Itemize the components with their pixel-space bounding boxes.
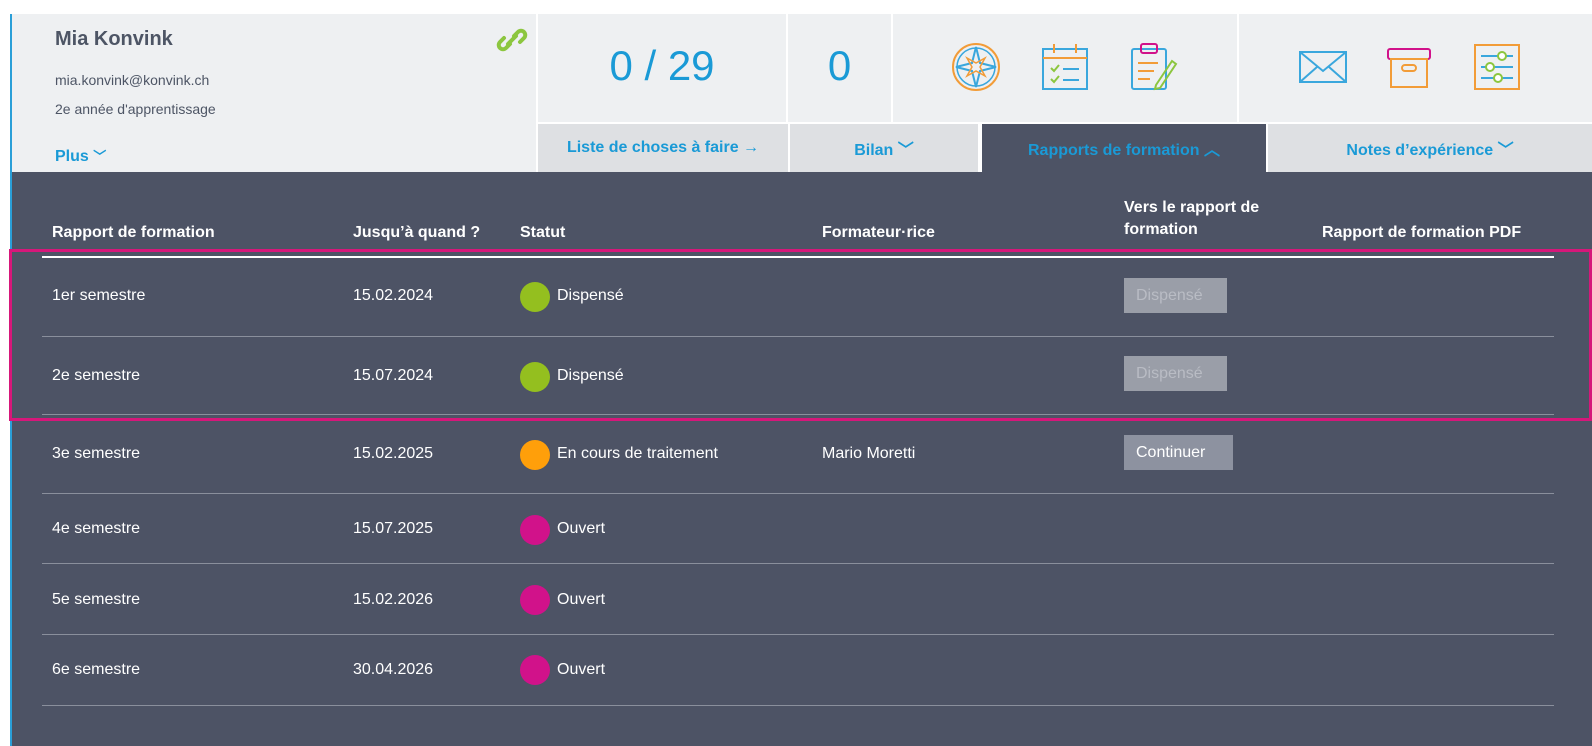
row-report: 1er semestre (52, 287, 146, 304)
quick-actions-1 (893, 14, 1237, 122)
report-button-disabled: Dispensé (1124, 278, 1227, 313)
col-header-report: Rapport de formation (52, 224, 215, 241)
mail-icon[interactable] (1297, 41, 1349, 93)
col-header-status: Statut (520, 224, 566, 241)
chevron-down-icon: ﹀ (93, 149, 107, 164)
row-until: 15.07.2024 (353, 367, 434, 384)
row-until: 15.02.2026 (353, 591, 434, 608)
row-status: Ouvert (557, 661, 606, 678)
col-header-to-report-line2: formation (1124, 221, 1198, 238)
archive-box-icon[interactable] (1383, 41, 1435, 93)
row-until: 15.02.2025 (353, 445, 434, 462)
compass-icon[interactable] (950, 41, 1002, 93)
profile-email: mia.konvink@konvink.ch (55, 72, 210, 88)
profile-card: Mia Konvink mia.konvink@konvink.ch 2e an… (12, 14, 536, 172)
tab-bilan[interactable]: Bilan ﹀ (790, 124, 978, 172)
table-header-divider (42, 256, 1554, 258)
status-dot-green (520, 362, 550, 392)
row-status: Dispensé (557, 367, 624, 384)
row-until: 15.02.2024 (353, 287, 434, 304)
calendar-checklist-icon[interactable] (1039, 41, 1091, 93)
tab-experience-notes[interactable]: Notes d’expérience ﹀ (1268, 124, 1592, 172)
row-divider (42, 563, 1554, 564)
more-button[interactable]: Plus ﹀ (55, 146, 106, 166)
quick-actions-2 (1239, 14, 1592, 122)
col-header-to-report: Vers le rapport de formation (1124, 199, 1259, 239)
row-divider (42, 414, 1554, 415)
row-divider (42, 493, 1554, 494)
tab-training-reports[interactable]: Rapports de formation ︿ (982, 124, 1266, 172)
settings-sliders-icon[interactable] (1471, 41, 1523, 93)
row-divider (42, 705, 1554, 706)
report-button-disabled: Dispensé (1124, 356, 1227, 391)
count-value: 0 (827, 42, 852, 89)
row-report: 2e semestre (52, 367, 141, 384)
more-label: Plus (55, 148, 89, 165)
row-until: 15.07.2025 (353, 520, 434, 537)
row-status: En cours de traitement (557, 445, 718, 462)
row-until: 30.04.2026 (353, 661, 434, 678)
col-header-until: Jusqu’à quand ? (353, 224, 481, 241)
row-report: 6e semestre (52, 661, 141, 678)
row-divider (42, 336, 1554, 337)
row-status: Dispensé (557, 287, 624, 304)
row-status: Ouvert (557, 520, 606, 537)
row-report: 4e semestre (52, 520, 141, 537)
status-dot-green (520, 282, 550, 312)
reports-panel: Rapport de formation Jusqu’à quand ? Sta… (12, 172, 1592, 746)
row-report: 5e semestre (52, 591, 141, 608)
tab-todo-list[interactable]: Liste de choses à faire → (538, 124, 788, 172)
profile-year: 2e année d'apprentissage (55, 101, 216, 117)
progress-stat: 0 / 29 (538, 14, 786, 122)
count-stat: 0 (788, 14, 891, 122)
profile-name: Mia Konvink (55, 28, 173, 50)
row-divider (42, 634, 1554, 635)
status-dot-magenta (520, 655, 550, 685)
col-header-trainer: Formateur·rice (822, 224, 935, 241)
row-status: Ouvert (557, 591, 606, 608)
row-report: 3e semestre (52, 445, 141, 462)
row-trainer: Mario Moretti (822, 445, 916, 462)
clipboard-edit-icon[interactable] (1126, 41, 1178, 93)
status-dot-magenta (520, 585, 550, 615)
continue-button[interactable]: Continuer (1124, 435, 1233, 470)
col-header-pdf: Rapport de formation PDF (1322, 224, 1522, 241)
progress-fraction: 0 / 29 (609, 42, 715, 89)
link-icon[interactable] (496, 24, 528, 56)
status-dot-magenta (520, 515, 550, 545)
status-dot-orange (520, 440, 550, 470)
col-header-to-report-line1: Vers le rapport de (1124, 199, 1260, 216)
